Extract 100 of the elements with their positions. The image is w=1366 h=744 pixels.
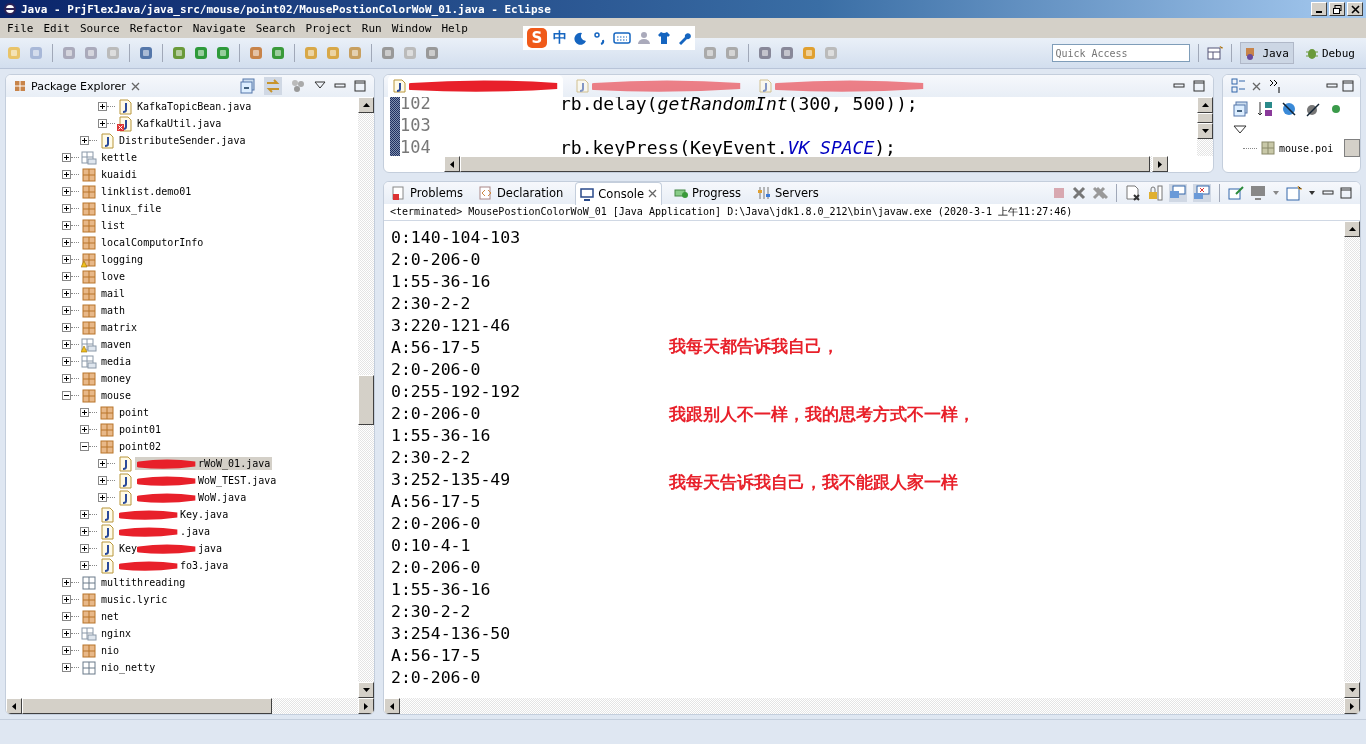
- tree-item[interactable]: list: [99, 219, 128, 232]
- editor-tab[interactable]: [388, 75, 563, 97]
- collapse-icon[interactable]: [62, 391, 71, 400]
- tree-item[interactable]: love: [99, 270, 128, 283]
- right-arrow-icon[interactable]: [364, 702, 368, 710]
- expand-icon[interactable]: [62, 238, 71, 247]
- view-tab[interactable]: Problems: [388, 182, 467, 204]
- tree-item[interactable]: nio_netty: [99, 661, 158, 674]
- expand-icon[interactable]: [80, 544, 89, 553]
- toolbar-icon[interactable]: [779, 45, 795, 61]
- expand-icon[interactable]: [98, 493, 107, 502]
- tree-item[interactable]: maven: [99, 338, 134, 351]
- right-arrow-icon[interactable]: [1158, 160, 1162, 168]
- tree-item[interactable]: math: [99, 304, 128, 317]
- clear-console-icon[interactable]: [1125, 185, 1141, 201]
- expand-icon[interactable]: [80, 561, 89, 570]
- expand-icon[interactable]: [80, 510, 89, 519]
- punctuation-icon[interactable]: [593, 31, 607, 45]
- toolbar-icon[interactable]: [757, 45, 773, 61]
- remove-all-icon[interactable]: [1092, 186, 1108, 200]
- left-arrow-icon[interactable]: [12, 702, 16, 710]
- pin-icon[interactable]: [1228, 185, 1244, 201]
- view-tab[interactable]: Console: [575, 182, 662, 205]
- tree-item[interactable]: matrix: [99, 321, 140, 334]
- scrollbar-thumb[interactable]: [358, 375, 374, 425]
- expand-icon[interactable]: [98, 459, 107, 468]
- tree-item[interactable]: localComputorInfo: [99, 236, 206, 249]
- expand-icon[interactable]: [62, 374, 71, 383]
- new-console-icon[interactable]: [1286, 185, 1302, 201]
- menu-item[interactable]: Window: [386, 19, 437, 37]
- tree-item[interactable]: mail: [99, 287, 128, 300]
- toolbar-icon[interactable]: [138, 45, 154, 61]
- perspective-button[interactable]: Java: [1240, 42, 1294, 64]
- remove-launch-icon[interactable]: [1072, 186, 1086, 200]
- show-output-icon[interactable]: [1169, 184, 1187, 202]
- tree-item[interactable]: WoW.java: [135, 491, 249, 504]
- expand-icon[interactable]: [62, 612, 71, 621]
- tree-item[interactable]: linux_file: [99, 202, 164, 215]
- sort-icon[interactable]: [1257, 101, 1273, 117]
- tree-item[interactable]: fo3.java: [117, 559, 231, 572]
- down-arrow-icon[interactable]: [1348, 688, 1356, 692]
- expand-icon[interactable]: [80, 136, 89, 145]
- tree-item[interactable]: Key.java: [117, 508, 231, 521]
- maximize-icon[interactable]: [1342, 80, 1354, 92]
- expand-icon[interactable]: [62, 340, 71, 349]
- tree-item[interactable]: music.lyric: [99, 593, 170, 606]
- down-arrow-icon[interactable]: [362, 688, 370, 692]
- expand-icon[interactable]: [98, 476, 107, 485]
- scrollbar[interactable]: [1344, 221, 1360, 698]
- toolbar-icon[interactable]: [171, 45, 187, 61]
- tree-item[interactable]: nio: [99, 644, 122, 657]
- scroll-lock-icon[interactable]: [1147, 185, 1163, 201]
- scrollbar-thumb[interactable]: [22, 698, 272, 714]
- menu-item[interactable]: Run: [356, 19, 387, 37]
- view-tab[interactable]: Progress: [670, 182, 746, 204]
- toolbar-icon[interactable]: [193, 45, 209, 61]
- tree-item[interactable]: .java: [117, 525, 213, 538]
- menu-item[interactable]: Source: [75, 19, 125, 37]
- expand-icon[interactable]: [62, 646, 71, 655]
- expand-icon[interactable]: [62, 187, 71, 196]
- tree-item[interactable]: linklist.demo01: [99, 185, 194, 198]
- maximize-icon[interactable]: [1340, 187, 1352, 199]
- outline-item[interactable]: mouse.poi: [1279, 142, 1334, 154]
- tree-item[interactable]: media: [99, 355, 134, 368]
- tree-item[interactable]: rWoW_01.java: [135, 457, 273, 470]
- scrollbar[interactable]: [6, 698, 374, 714]
- hide-static-icon[interactable]: [1305, 101, 1321, 117]
- expand-icon[interactable]: [80, 425, 89, 434]
- expand-icon[interactable]: [62, 357, 71, 366]
- tree-item[interactable]: multithreading: [99, 576, 188, 589]
- expand-icon[interactable]: [80, 408, 89, 417]
- menu-item[interactable]: Search: [250, 19, 301, 37]
- expand-icon[interactable]: [62, 578, 71, 587]
- down-arrow-icon[interactable]: [1201, 129, 1209, 133]
- tree-item[interactable]: kuaidi: [99, 168, 140, 181]
- hide-fields-icon[interactable]: [1281, 101, 1297, 117]
- expand-icon[interactable]: [98, 102, 107, 111]
- expand-icon[interactable]: [62, 153, 71, 162]
- tree-item[interactable]: WoW_TEST.java: [135, 474, 279, 487]
- scrollbar[interactable]: [358, 97, 374, 698]
- menu-item[interactable]: File: [2, 19, 39, 37]
- show-error-icon[interactable]: [1193, 184, 1211, 202]
- toolbar-icon[interactable]: [270, 45, 286, 61]
- collapse-icon[interactable]: [80, 442, 89, 451]
- left-arrow-icon[interactable]: [390, 702, 394, 710]
- menu-item[interactable]: Help: [436, 19, 473, 37]
- open-perspective-icon[interactable]: [1207, 45, 1224, 61]
- more-views-icon[interactable]: [1269, 78, 1283, 94]
- up-arrow-icon[interactable]: [1201, 103, 1209, 107]
- tree-item[interactable]: nginx: [99, 627, 134, 640]
- tree-item[interactable]: money: [99, 372, 134, 385]
- moon-icon[interactable]: [573, 31, 587, 45]
- scrollbar[interactable]: [1344, 139, 1360, 157]
- maximize-icon[interactable]: [354, 80, 366, 92]
- expand-icon[interactable]: [62, 170, 71, 179]
- dropdown-icon[interactable]: [1308, 189, 1316, 197]
- collapse-all-icon[interactable]: [240, 78, 256, 94]
- expand-icon[interactable]: [62, 204, 71, 213]
- view-menu-icon[interactable]: [314, 81, 326, 91]
- expand-icon[interactable]: [62, 289, 71, 298]
